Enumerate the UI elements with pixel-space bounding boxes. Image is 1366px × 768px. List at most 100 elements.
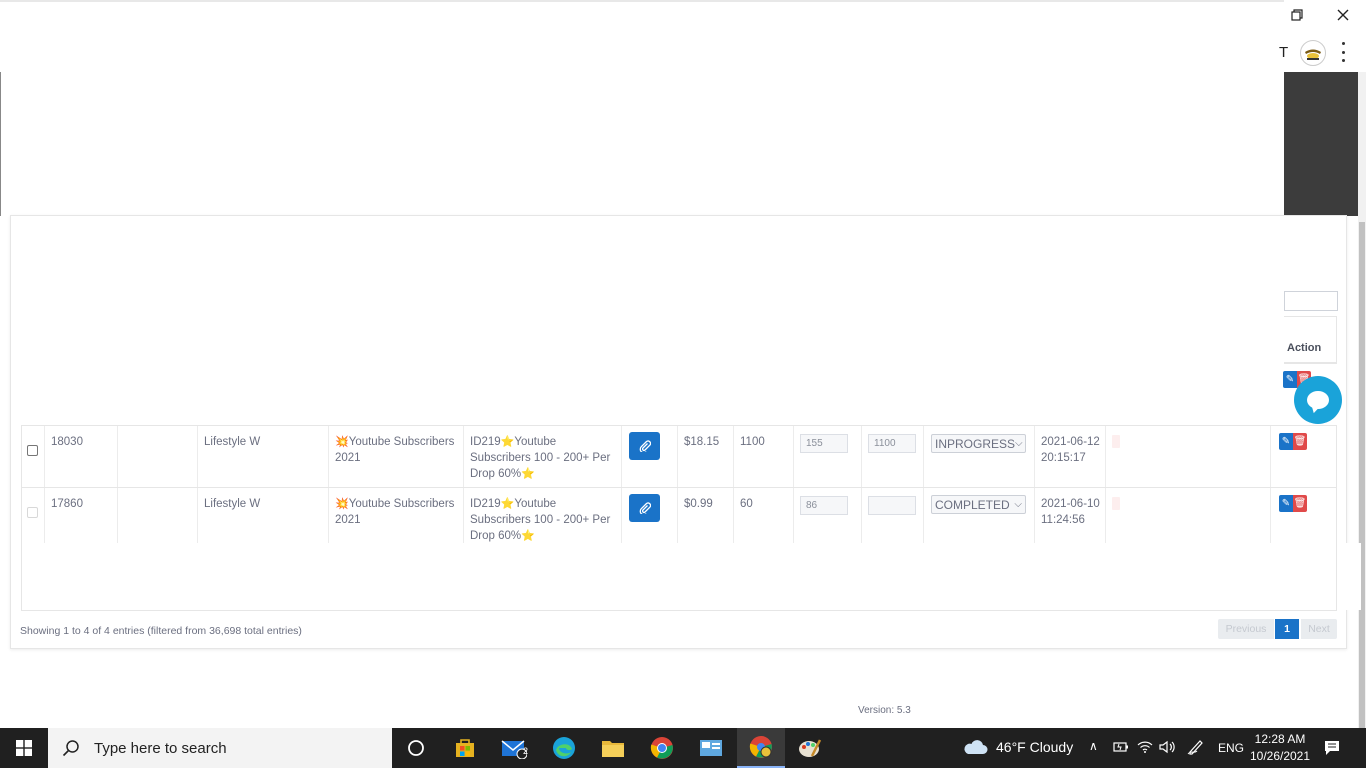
taskbar-explorer[interactable] [589, 728, 637, 768]
taskbar-clock[interactable]: 12:28 AM 10/26/2021 [1244, 731, 1316, 765]
pen-icon[interactable] [1187, 739, 1205, 758]
order-service: 💥Youtube Subscribers 2021 [335, 434, 459, 466]
edge-icon [553, 737, 575, 759]
table-bottom-border [21, 610, 1337, 611]
chrome-profile-icon [749, 736, 772, 758]
delete-button[interactable]: 🗑 [1293, 433, 1307, 450]
mail-badge: 2 [523, 746, 529, 756]
service-name: Youtube Subscribers 2021 [335, 436, 455, 464]
order-id: 18030 [51, 436, 83, 448]
browser-partial-text: T [1279, 44, 1289, 61]
row-checkbox[interactable] [27, 445, 38, 456]
pencil-icon: ✎ [1281, 436, 1291, 447]
start-button[interactable] [0, 728, 48, 768]
chevron-down-icon: ⌵ [1014, 499, 1022, 510]
scrollbar-thumb[interactable] [1359, 222, 1365, 728]
volume-icon[interactable] [1159, 740, 1177, 757]
attach-button[interactable] [629, 494, 660, 522]
divider [0, 72, 1, 216]
row-actions: ✎ 🗑 [1279, 495, 1307, 512]
clock-time: 12:28 AM [1254, 732, 1306, 746]
weather-widget[interactable]: 46°F Cloudy [962, 738, 1073, 756]
taskbar-control-panel[interactable] [687, 728, 735, 768]
star-icon: ⭐ [500, 436, 515, 448]
row-divider [21, 487, 1337, 488]
table-border [1336, 543, 1337, 611]
order-service: 💥Youtube Subscribers 2021 [335, 496, 459, 528]
order-quantity: 1100 [740, 436, 765, 448]
entries-info: Showing 1 to 4 of 4 entries (filtered fr… [20, 625, 302, 637]
star-icon: ⭐ [500, 498, 515, 510]
status-select[interactable]: COMPLETED ⌵ [931, 495, 1026, 514]
order-id: 17860 [51, 498, 83, 510]
date-line: 2021-06-10 [1041, 498, 1100, 510]
chrome-icon [650, 737, 673, 759]
control-panel-icon [700, 740, 722, 756]
taskbar-chrome-profile[interactable] [737, 728, 785, 768]
trash-icon: 🗑 [1293, 498, 1307, 509]
start-count-input[interactable]: 155 [800, 434, 848, 453]
service-name: Youtube Subscribers 2021 [335, 498, 455, 526]
burst-icon: 💥 [335, 436, 349, 448]
browser-menu-icon[interactable] [1337, 42, 1349, 62]
link-indicator [1112, 435, 1120, 448]
chevron-up-icon[interactable]: ∧ [1089, 739, 1098, 753]
taskbar-store[interactable] [441, 728, 489, 768]
task-view-icon [408, 740, 424, 756]
delete-button[interactable]: 🗑 [1293, 495, 1307, 512]
edit-button[interactable]: ✎ [1283, 371, 1297, 388]
restore-icon[interactable] [1274, 0, 1320, 30]
order-charge: $0.99 [684, 498, 713, 510]
chat-icon [1307, 391, 1329, 409]
store-icon [456, 739, 474, 757]
row-checkbox[interactable] [27, 507, 38, 518]
start-count-input[interactable]: 86 [800, 496, 848, 515]
folder-icon [602, 741, 624, 757]
date-line: 2021-06-12 [1041, 436, 1100, 448]
wifi-icon[interactable] [1137, 740, 1153, 757]
taskbar-chrome[interactable] [638, 728, 686, 768]
status-value: COMPLETED [935, 497, 1010, 512]
pencil-icon: ✎ [1285, 374, 1295, 385]
close-window-icon[interactable] [1320, 0, 1366, 30]
paint-icon [799, 739, 822, 757]
notification-icon[interactable] [1323, 739, 1341, 760]
status-select[interactable]: INPROGRESS ⌵ [931, 434, 1026, 453]
edit-button[interactable]: ✎ [1279, 433, 1293, 450]
table-header-fragment [1284, 316, 1337, 364]
windows-icon [16, 740, 32, 756]
pencil-icon: ✎ [1281, 498, 1291, 509]
table-search-input[interactable] [1284, 291, 1338, 311]
star-icon: ⭐ [521, 468, 535, 480]
order-category: Lifestyle W [204, 498, 261, 510]
remains-input[interactable]: 1100 [868, 434, 916, 453]
time-line: 11:24:56 [1041, 514, 1085, 526]
video-preview [1284, 72, 1358, 216]
blank-region [21, 543, 1361, 610]
paperclip-icon [639, 440, 651, 452]
edit-button[interactable]: ✎ [1279, 495, 1293, 512]
clock-date: 10/26/2021 [1249, 749, 1311, 763]
pagination-page-1[interactable]: 1 [1275, 619, 1299, 639]
trash-icon: 🗑 [1293, 436, 1307, 447]
taskbar-search[interactable]: Type here to search [48, 728, 392, 768]
pagination-next[interactable]: Next [1301, 619, 1337, 639]
battery-icon[interactable] [1113, 740, 1129, 757]
taskbar-paint[interactable] [786, 728, 834, 768]
language-indicator[interactable]: ENG [1218, 741, 1244, 755]
browser-top-strip [0, 0, 1284, 2]
task-view-button[interactable] [392, 728, 440, 768]
taskbar-mail[interactable]: 2 [490, 728, 538, 768]
profile-avatar[interactable] [1300, 40, 1326, 66]
chat-widget-button[interactable] [1294, 376, 1342, 424]
weather-text: 46°F Cloudy [996, 739, 1074, 755]
pagination-previous[interactable]: Previous [1218, 619, 1274, 639]
detail-id: ID219 [470, 498, 501, 510]
attach-button[interactable] [629, 432, 660, 460]
status-value: INPROGRESS [935, 436, 1016, 451]
order-date: 2021-06-12 20:15:17 [1041, 434, 1100, 466]
taskbar-edge[interactable] [540, 728, 588, 768]
remains-input[interactable] [868, 496, 916, 515]
detail-id: ID219 [470, 436, 501, 448]
star-icon: ⭐ [521, 530, 535, 542]
